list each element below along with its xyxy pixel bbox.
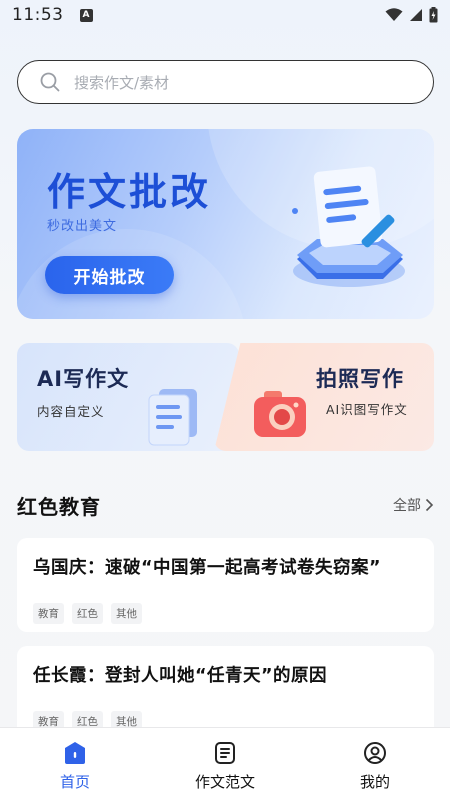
photo-write-card[interactable]: 拍照写作 AI识图写作文 (214, 343, 434, 451)
tab-home-label: 首页 (59, 773, 90, 791)
section-title: 红色教育 (17, 494, 101, 519)
tag: 其他 (111, 603, 142, 624)
ai-write-title: AI写作文 (37, 367, 130, 391)
tab-essays-label: 作文范文 (194, 773, 255, 791)
tag: 红色 (72, 603, 103, 624)
wifi-icon (385, 8, 403, 21)
banner-subtitle: 秒改出美文 (47, 219, 118, 234)
article-tags: 教育 红色 其他 (33, 603, 418, 624)
banner-title: 作文批改 (47, 170, 212, 214)
tab-essays[interactable]: 作文范文 (150, 728, 300, 801)
document-pen-icon (292, 166, 405, 287)
tab-home[interactable]: 首页 (0, 728, 150, 801)
document-list-icon (215, 742, 235, 764)
battery-icon (429, 7, 438, 23)
article-title: 任长霞：登封人叫她“任青天”的原因 (33, 666, 328, 686)
section-header: 红色教育 全部 (17, 490, 434, 520)
photo-write-subtitle: AI识图写作文 (326, 402, 408, 417)
view-all-label: 全部 (393, 498, 421, 514)
ai-write-card[interactable]: AI写作文 内容自定义 (17, 343, 239, 451)
status-time: 11:53 (12, 5, 64, 25)
ai-write-subtitle: 内容自定义 (37, 404, 105, 419)
camera-icon (254, 391, 306, 437)
article-item[interactable]: 任长霞：登封人叫她“任青天”的原因 教育 红色 其他 (17, 646, 434, 740)
document-icon (148, 389, 197, 446)
essay-correction-banner[interactable]: 作文批改 秒改出美文 开始批改 (17, 129, 434, 319)
tab-profile-label: 我的 (359, 773, 390, 791)
view-all-link[interactable]: 全部 (393, 495, 434, 515)
signal-icon (410, 9, 422, 21)
start-correction-button[interactable]: 开始批改 (45, 256, 174, 294)
bottom-tab-bar: 首页 作文范文 我的 (0, 727, 450, 801)
tag: 教育 (33, 603, 64, 624)
chevron-right-icon (425, 498, 434, 512)
tab-profile[interactable]: 我的 (300, 728, 450, 801)
user-icon (364, 742, 386, 764)
status-icons (385, 7, 438, 23)
article-item[interactable]: 乌国庆：速破“中国第一起高考试卷失窃案” 教育 红色 其他 (17, 538, 434, 632)
status-bar: 11:53 A (0, 0, 450, 30)
search-icon (40, 72, 60, 92)
home-icon (65, 742, 85, 764)
search-placeholder: 搜索作文/素材 (74, 73, 170, 92)
photo-write-title: 拍照写作 (316, 367, 404, 391)
article-title: 乌国庆：速破“中国第一起高考试卷失窃案” (33, 558, 382, 578)
notification-icon: A (79, 8, 93, 22)
search-input[interactable]: 搜索作文/素材 (17, 60, 434, 104)
